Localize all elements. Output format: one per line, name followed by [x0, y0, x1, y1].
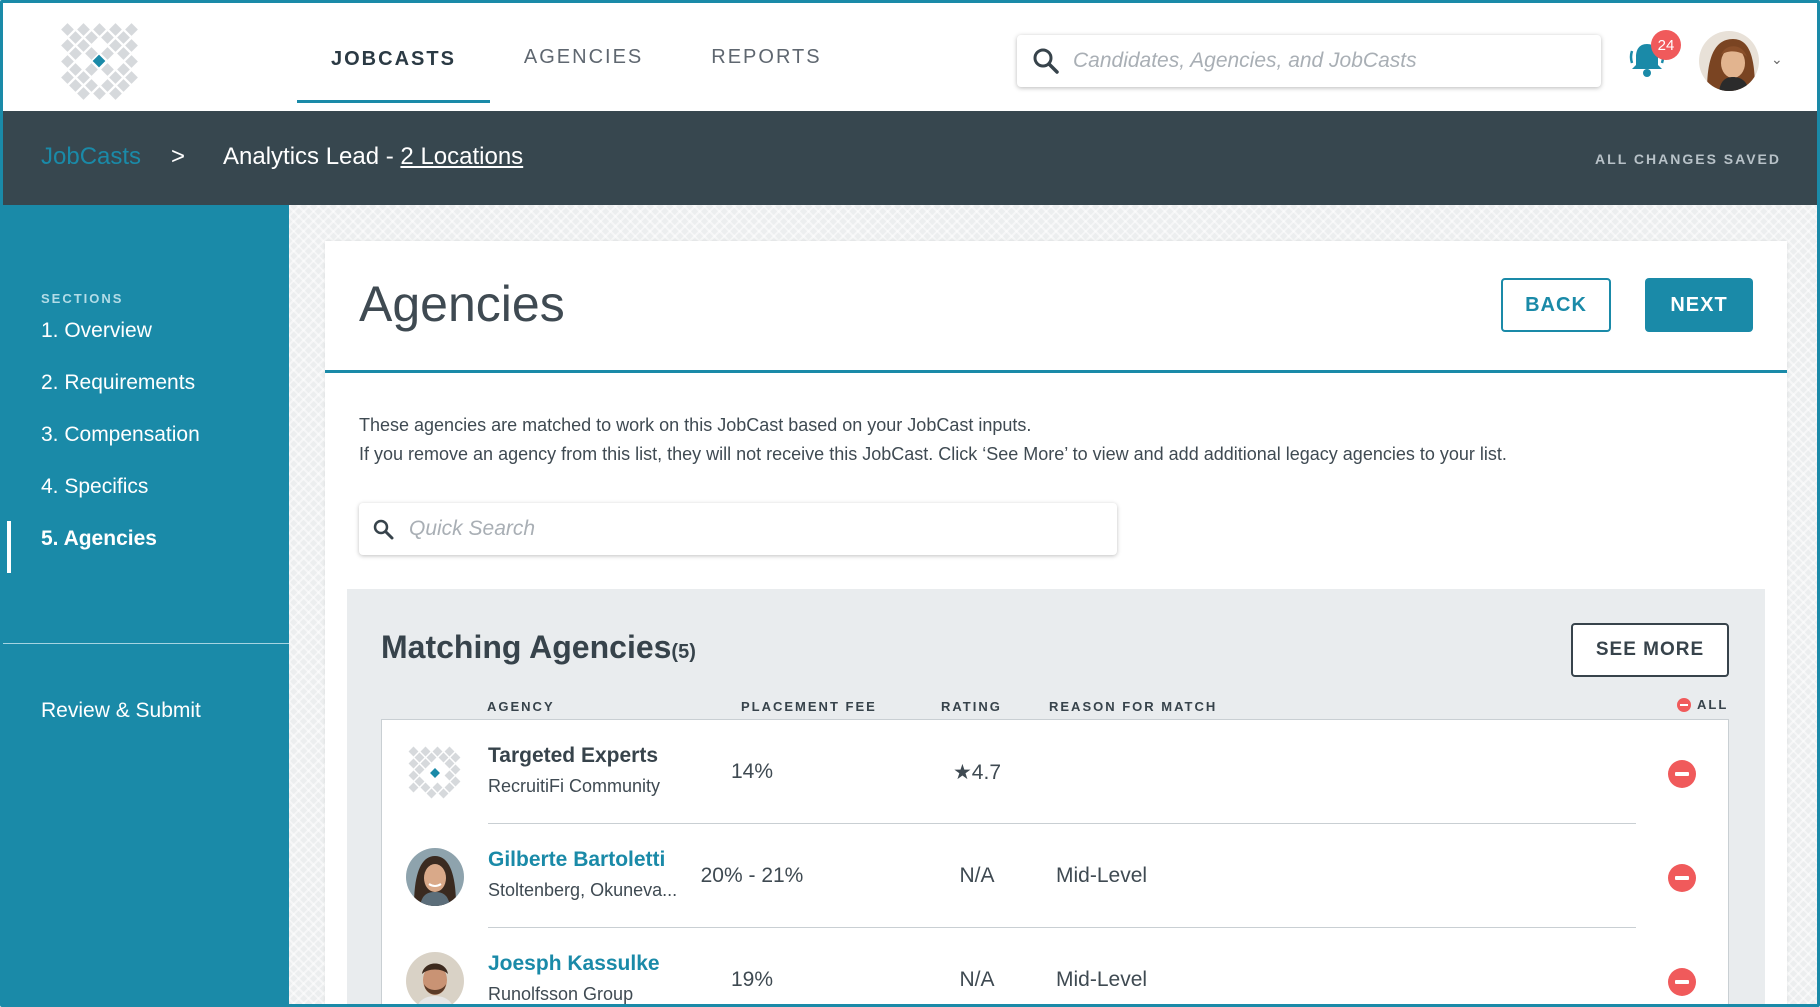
page-title: Agencies	[359, 276, 565, 332]
breadcrumb-jobcasts-link[interactable]: JobCasts	[41, 143, 141, 171]
sidebar-item-specifics[interactable]: 4. Specifics	[41, 475, 148, 499]
notification-count-badge: 24	[1651, 30, 1681, 60]
main-nav: JOBCASTS AGENCIES REPORTS	[297, 3, 856, 111]
nav-tab-reports[interactable]: REPORTS	[677, 3, 855, 111]
agency-rating: N/A	[959, 968, 995, 991]
column-header-agency: AGENCY	[487, 699, 555, 714]
breadcrumb-current: Analytics Lead - 2 Locations	[223, 143, 523, 171]
next-button[interactable]: NEXT	[1645, 278, 1753, 332]
sections-sidebar: SECTIONS 1. Overview 2. Requirements 3. …	[3, 205, 289, 1004]
agency-name: Targeted Experts	[488, 744, 658, 767]
remove-agency-button[interactable]	[1668, 760, 1696, 788]
remove-all-button[interactable]: ALL	[1677, 697, 1728, 712]
card-header: Agencies BACK NEXT	[325, 241, 1787, 373]
match-reason: Mid-Level	[1056, 968, 1148, 991]
sidebar-item-agencies[interactable]: 5. Agencies	[41, 527, 157, 551]
placement-fee: 14%	[730, 760, 774, 783]
see-more-button[interactable]: SEE MORE	[1571, 623, 1729, 677]
chevron-down-icon[interactable]: ⌄	[1771, 51, 1783, 68]
user-avatar[interactable]	[1699, 31, 1759, 91]
table-row: Joesph Kassulke Runolfsson Group 19% N/A…	[382, 928, 1728, 1004]
sidebar-item-requirements[interactable]: 2. Requirements	[41, 371, 195, 395]
table-row: Targeted Experts RecruitiFi Community 14…	[382, 720, 1728, 824]
column-header-reason: REASON FOR MATCH	[1049, 699, 1218, 714]
remove-agency-button[interactable]	[1668, 864, 1696, 892]
remove-agency-button[interactable]	[1668, 968, 1696, 996]
agency-company: RecruitiFi Community	[488, 776, 661, 796]
agencies-table: Targeted Experts RecruitiFi Community 14…	[381, 719, 1729, 1004]
remove-all-label: ALL	[1697, 697, 1729, 712]
back-button[interactable]: BACK	[1501, 278, 1611, 332]
match-reason: Mid-Level	[1056, 864, 1148, 887]
search-icon	[1033, 48, 1059, 74]
sidebar-item-review-submit[interactable]: Review & Submit	[41, 699, 201, 723]
matching-agencies-title: Matching Agencies(5)	[381, 629, 696, 666]
breadcrumb: JobCasts > Analytics Lead - 2 Locations …	[3, 111, 1817, 205]
nav-tab-agencies[interactable]: AGENCIES	[490, 3, 677, 111]
locations-link[interactable]: 2 Locations	[400, 143, 523, 170]
global-search-input[interactable]	[1073, 49, 1583, 73]
nav-tab-jobcasts[interactable]: JOBCASTS	[297, 11, 490, 103]
matching-count: (5)	[671, 641, 696, 663]
save-status: ALL CHANGES SAVED	[1595, 151, 1781, 167]
placement-fee: 20% - 21%	[700, 864, 804, 887]
agency-name-link[interactable]: Joesph Kassulke	[488, 952, 660, 976]
column-header-rating: RATING	[941, 699, 1002, 714]
agency-rating: N/A	[959, 864, 995, 887]
quick-search-input[interactable]	[409, 517, 1089, 541]
matching-agencies-panel: Matching Agencies(5) SEE MORE AGENCY PLA…	[347, 589, 1765, 1004]
global-search	[1017, 35, 1601, 87]
description-line-1: These agencies are matched to work on th…	[359, 415, 1032, 435]
recruitifi-logo[interactable]	[59, 21, 139, 101]
remove-all-icon	[1677, 697, 1691, 712]
top-navigation: JOBCASTS AGENCIES REPORTS 24	[3, 3, 1817, 111]
agency-company: Stoltenberg, Okuneva...	[488, 880, 678, 900]
breadcrumb-separator: >	[171, 143, 186, 170]
agency-company: Runolfsson Group	[488, 984, 634, 1004]
agency-name-link[interactable]: Gilberte Bartoletti	[488, 848, 665, 872]
agency-avatar	[406, 952, 464, 1004]
description-line-2: If you remove an agency from this list, …	[359, 444, 1507, 464]
agency-rating: ★4.7	[952, 761, 1002, 784]
sidebar-item-compensation[interactable]: 3. Compensation	[41, 423, 200, 447]
placement-fee: 19%	[730, 968, 774, 991]
recruitifi-community-logo	[408, 746, 461, 799]
app-window: JOBCASTS AGENCIES REPORTS 24	[0, 0, 1820, 1007]
agencies-description: These agencies are matched to work on th…	[359, 411, 1507, 469]
search-icon	[373, 519, 394, 540]
jobcast-title: Analytics Lead -	[223, 143, 401, 170]
matching-title-text: Matching Agencies	[381, 629, 672, 665]
active-section-marker	[7, 521, 11, 573]
agencies-card: Agencies BACK NEXT These agencies are ma…	[325, 241, 1787, 1004]
sidebar-item-overview[interactable]: 1. Overview	[41, 319, 152, 343]
sidebar-divider	[3, 643, 289, 644]
quick-search	[359, 503, 1117, 555]
table-row: Gilberte Bartoletti Stoltenberg, Okuneva…	[382, 824, 1728, 928]
sections-label: SECTIONS	[41, 291, 124, 306]
column-header-placement-fee: PLACEMENT FEE	[741, 699, 877, 714]
agency-avatar	[406, 848, 464, 906]
